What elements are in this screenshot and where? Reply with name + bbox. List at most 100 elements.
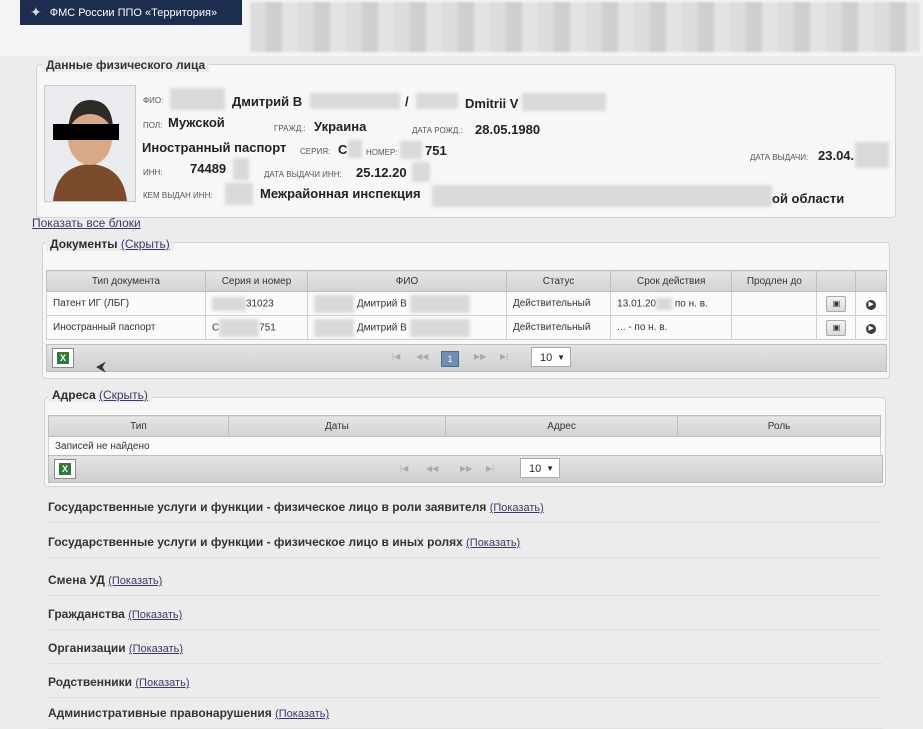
current-page[interactable]: 1 — [441, 351, 459, 367]
seria-value: С — [338, 142, 348, 157]
page-size-value: 10 — [529, 463, 542, 475]
empty-message: Записей не найдено — [48, 436, 881, 456]
fio-sep: / — [405, 94, 409, 109]
open-arrow-icon[interactable]: ▶ — [866, 323, 877, 334]
issue-date-label: ДАТА ВЫДАЧИ: — [750, 153, 809, 162]
seria-mask — [348, 140, 362, 158]
inn-date-mask — [412, 162, 430, 182]
section-show-link[interactable]: (Показать) — [275, 708, 329, 720]
addresses-table: Тип Даты Адрес Роль Записей не найдено — [48, 415, 881, 456]
section-organizations: Организации (Показать) — [48, 637, 883, 664]
col-status[interactable]: Статус — [505, 270, 612, 292]
first-page-icon[interactable]: |◀ — [400, 464, 408, 473]
col-action-2 — [855, 270, 887, 292]
next-page-icon[interactable]: ▶▶ — [474, 352, 486, 361]
col-addr-role[interactable]: Роль — [677, 415, 881, 437]
inn-date-label: ДАТА ВЫДАЧИ ИНН: — [264, 170, 342, 179]
documents-hide-link[interactable]: (Скрыть) — [121, 237, 170, 251]
documents-pager — [46, 344, 887, 372]
fio-mask-3 — [416, 92, 458, 110]
excel-export-icon[interactable]: X — [52, 348, 74, 368]
cell-status: Действительный — [505, 291, 612, 316]
first-page-icon[interactable]: |◀ — [392, 352, 400, 361]
documents-title: Документы — [50, 237, 118, 251]
col-number[interactable]: Серия и номер — [204, 270, 309, 292]
card-view-icon[interactable]: ▣ — [826, 319, 847, 336]
fio-en: Dmitrii V — [465, 96, 519, 111]
section-title: Государственные услуги и функции - физич… — [48, 500, 487, 514]
section-title: Родственники — [48, 675, 133, 689]
issued-by-label: КЕМ ВЫДАН ИНН: — [143, 191, 213, 200]
section-show-link[interactable]: (Показать) — [128, 609, 182, 621]
section-ud-change: Смена УД (Показать) — [48, 569, 883, 596]
prev-page-icon[interactable]: ◀◀ — [426, 464, 438, 473]
top-bar: ✦ ФМС России ППО «Территория» — [0, 0, 923, 56]
fio-mask-4 — [522, 93, 606, 111]
col-addr-type[interactable]: Тип — [48, 415, 229, 437]
section-show-link[interactable]: (Показать) — [129, 643, 183, 655]
fio-label: ФИО: — [143, 96, 164, 105]
last-page-icon[interactable]: ▶| — [500, 352, 508, 361]
open-arrow-icon[interactable]: ▶ — [866, 299, 877, 310]
cell-extended — [731, 315, 818, 340]
cell-open-btn: ▶ — [855, 315, 887, 340]
col-addr-dates[interactable]: Даты — [227, 415, 446, 437]
seria-label: СЕРИЯ: — [300, 147, 331, 156]
app-title: ФМС России ППО «Территория» — [49, 6, 218, 19]
empty-row: Записей не найдено — [48, 436, 881, 456]
issue-date-mask — [855, 142, 889, 168]
excel-export-icon[interactable]: X — [54, 459, 76, 479]
cell-view-btn: ▣ — [816, 315, 857, 340]
addresses-legend: Адреса (Скрыть) — [48, 388, 152, 402]
section-title: Государственные услуги и функции - физич… — [48, 535, 463, 549]
table-row[interactable]: Иностранный паспорт С 751 Дмитрий В Дейст… — [46, 315, 887, 340]
col-fio[interactable]: ФИО — [307, 270, 507, 292]
issued-by-value: Межрайонная инспекция — [260, 186, 421, 201]
table-row[interactable]: Патент ИГ (ЛБГ) 31023 Дмитрий В Действит… — [46, 291, 887, 316]
section-show-link[interactable]: (Показать) — [135, 677, 189, 689]
cell-valid: 13.01.20 по н. в. — [610, 291, 733, 316]
card-view-icon[interactable]: ▣ — [826, 295, 847, 312]
doc-type: Иностранный паспорт — [142, 140, 287, 155]
col-valid[interactable]: Срок действия — [610, 270, 733, 292]
pol-label: ПОЛ: — [143, 121, 163, 130]
page-size-select[interactable]: 10 ▼ — [520, 458, 560, 478]
section-show-link[interactable]: (Показать) — [108, 575, 162, 587]
cell-view-btn: ▣ — [816, 291, 857, 316]
section-services-other-roles: Государственные услуги и функции - физич… — [48, 531, 883, 558]
cell-number: С 751 — [204, 315, 309, 340]
next-page-icon[interactable]: ▶▶ — [460, 464, 472, 473]
inn-value: 74489 — [190, 161, 227, 176]
addresses-hide-link[interactable]: (Скрыть) — [99, 388, 148, 402]
col-extended[interactable]: Продлен до — [731, 270, 818, 292]
nomer-label: НОМЕР: — [366, 148, 398, 157]
section-show-link[interactable]: (Показать) — [466, 537, 520, 549]
dob-value: 28.05.1980 — [475, 122, 541, 137]
mouse-cursor-icon: ⮜ — [96, 358, 106, 374]
section-show-link[interactable]: (Показать) — [490, 502, 544, 514]
grazhd-label: ГРАЖД.: — [274, 124, 306, 133]
app-brand[interactable]: ✦ ФМС России ППО «Территория» — [20, 0, 242, 25]
nomer-value: 751 — [425, 143, 447, 158]
inn-label: ИНН: — [143, 168, 163, 177]
col-doc-type[interactable]: Тип документа — [46, 270, 206, 292]
show-all-blocks-link[interactable]: Показать все блоки — [32, 216, 141, 230]
section-admin-offences: Административные правонарушения (Показат… — [48, 702, 883, 729]
cell-valid: ... - по н. в. — [610, 315, 733, 340]
dob-label: ДАТА РОЖД.: — [412, 126, 463, 135]
eagle-emblem-icon: ✦ — [30, 4, 42, 20]
col-addr-address[interactable]: Адрес — [444, 415, 679, 437]
addresses-title: Адреса — [52, 388, 96, 402]
fio-ru: Дмитрий В — [232, 94, 303, 109]
issue-date-value: 23.04. — [818, 148, 855, 163]
last-page-icon[interactable]: ▶| — [486, 464, 494, 473]
section-title: Смена УД — [48, 573, 105, 587]
masked-header-area — [250, 2, 920, 52]
grazhd-value: Украина — [314, 119, 367, 134]
page-size-select[interactable]: 10 ▼ — [531, 347, 571, 367]
cell-doc-type: Иностранный паспорт — [46, 315, 206, 340]
cell-fio: Дмитрий В — [307, 315, 507, 340]
prev-page-icon[interactable]: ◀◀ — [416, 352, 428, 361]
documents-header-row: Тип документа Серия и номер ФИО Статус С… — [46, 270, 887, 292]
section-relatives: Родственники (Показать) — [48, 671, 883, 698]
